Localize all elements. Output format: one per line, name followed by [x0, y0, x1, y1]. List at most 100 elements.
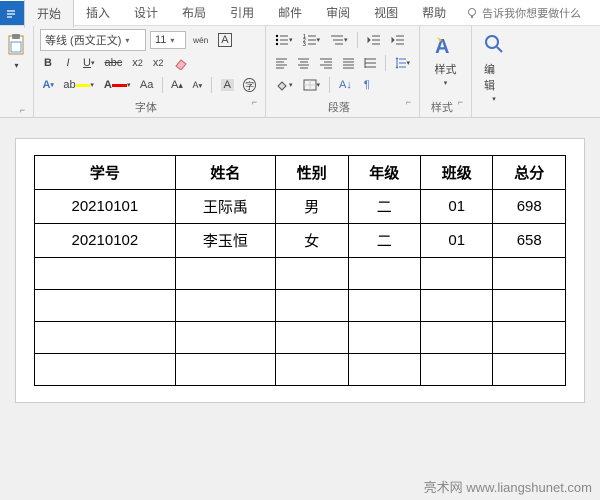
editing-button[interactable]: 编辑▾ — [478, 29, 510, 107]
table-cell[interactable]: 王际禹 — [175, 190, 275, 224]
paste-button[interactable]: ▾ — [6, 29, 27, 74]
table-cell[interactable]: 20210102 — [35, 224, 176, 258]
tab-review[interactable]: 审阅 — [314, 0, 362, 26]
table-cell[interactable]: 658 — [493, 224, 566, 258]
table-cell[interactable] — [175, 290, 275, 322]
tab-layout[interactable]: 布局 — [170, 0, 218, 26]
tab-references[interactable]: 引用 — [218, 0, 266, 26]
table-cell[interactable] — [493, 258, 566, 290]
sort-button[interactable]: A↓ — [336, 76, 355, 94]
numbering-button[interactable]: 123▾ — [300, 31, 324, 49]
table-cell[interactable]: 01 — [421, 224, 493, 258]
superscript-button[interactable]: x2 — [150, 54, 167, 72]
styles-launcher[interactable]: ⌐ — [458, 97, 465, 115]
multilevel-button[interactable]: ▾ — [327, 31, 351, 49]
table-cell[interactable] — [348, 354, 420, 386]
align-justify-button[interactable] — [339, 54, 357, 72]
table-cell[interactable] — [276, 354, 348, 386]
table-cell[interactable] — [421, 322, 493, 354]
enclose-char-button[interactable]: 字 — [240, 76, 259, 94]
th-id[interactable]: 学号 — [35, 156, 176, 190]
table-cell[interactable] — [348, 258, 420, 290]
th-grade[interactable]: 年级 — [348, 156, 420, 190]
file-tab[interactable] — [0, 1, 24, 25]
bullets-button[interactable]: ▾ — [272, 31, 296, 49]
table-cell[interactable]: 男 — [276, 190, 348, 224]
table-row[interactable] — [35, 354, 566, 386]
table-row[interactable]: 20210102李玉恒女二01658 — [35, 224, 566, 258]
table-cell[interactable] — [276, 322, 348, 354]
table-row[interactable]: 20210101王际禹男二01698 — [35, 190, 566, 224]
table-cell[interactable] — [348, 322, 420, 354]
table-cell[interactable] — [35, 290, 176, 322]
font-name-combo[interactable]: 等线 (西文正文)▾ — [40, 29, 146, 51]
italic-button[interactable]: I — [60, 54, 76, 72]
align-center-button[interactable] — [294, 54, 312, 72]
tab-start[interactable]: 开始 — [24, 0, 74, 28]
strikethrough-button[interactable]: abc — [101, 54, 125, 72]
font-size-combo[interactable]: 11▾ — [150, 31, 186, 49]
table-cell[interactable] — [175, 322, 275, 354]
table-cell[interactable] — [421, 258, 493, 290]
table-cell[interactable] — [35, 354, 176, 386]
clipboard-launcher[interactable]: ⌐ — [6, 105, 27, 115]
line-spacing-button[interactable]: ▾ — [392, 54, 413, 72]
table-cell[interactable] — [493, 354, 566, 386]
tab-mail[interactable]: 邮件 — [266, 0, 314, 26]
align-left-button[interactable] — [272, 54, 290, 72]
font-launcher[interactable]: ⌐ — [252, 97, 259, 115]
th-class[interactable]: 班级 — [421, 156, 493, 190]
table-cell[interactable]: 20210101 — [35, 190, 176, 224]
table-cell[interactable]: 698 — [493, 190, 566, 224]
tab-design[interactable]: 设计 — [122, 0, 170, 26]
th-name[interactable]: 姓名 — [175, 156, 275, 190]
tab-view[interactable]: 视图 — [362, 0, 410, 26]
styles-button[interactable]: A 样式▾ — [426, 29, 465, 91]
bold-button[interactable]: B — [40, 54, 56, 72]
highlight-button[interactable]: ab▾ — [60, 76, 97, 94]
decrease-indent-button[interactable] — [364, 31, 384, 49]
distributed-button[interactable] — [361, 54, 379, 72]
table-cell[interactable] — [421, 354, 493, 386]
table-cell[interactable] — [276, 258, 348, 290]
table-cell[interactable] — [35, 258, 176, 290]
increase-indent-button[interactable] — [388, 31, 408, 49]
table-cell[interactable] — [175, 258, 275, 290]
shrink-font-icon[interactable]: A▾ — [189, 76, 205, 94]
tell-me-search[interactable]: 告诉我你想要做什么 — [466, 5, 581, 21]
table-row[interactable] — [35, 290, 566, 322]
borders-button[interactable]: ▾ — [300, 76, 324, 94]
table-cell[interactable] — [421, 290, 493, 322]
tab-help[interactable]: 帮助 — [410, 0, 458, 26]
subscript-button[interactable]: x2 — [129, 54, 146, 72]
font-color-button[interactable]: A▾ — [101, 76, 134, 94]
char-border-button[interactable]: A — [215, 31, 234, 49]
table-cell[interactable]: 二 — [348, 224, 420, 258]
table-row[interactable] — [35, 258, 566, 290]
grow-font-icon[interactable]: A▴ — [169, 76, 186, 94]
table-cell[interactable] — [348, 290, 420, 322]
table-cell[interactable]: 二 — [348, 190, 420, 224]
shading-button[interactable]: ▾ — [272, 76, 296, 94]
table-cell[interactable] — [35, 322, 176, 354]
tab-insert[interactable]: 插入 — [74, 0, 122, 26]
table-cell[interactable] — [276, 290, 348, 322]
student-table[interactable]: 学号 姓名 性别 年级 班级 总分 20210101王际禹男二016982021… — [34, 155, 566, 386]
grow-font-button[interactable]: wén — [190, 31, 211, 49]
table-cell[interactable] — [493, 290, 566, 322]
clear-format-button[interactable] — [170, 54, 192, 72]
table-cell[interactable] — [175, 354, 275, 386]
underline-button[interactable]: U ▾ — [80, 54, 97, 72]
table-row[interactable] — [35, 322, 566, 354]
change-case-button[interactable]: Aa — [138, 76, 156, 94]
table-cell[interactable]: 女 — [276, 224, 348, 258]
table-cell[interactable]: 01 — [421, 190, 493, 224]
text-effects-button[interactable]: A ▾ — [40, 76, 56, 94]
show-marks-button[interactable]: ¶ — [359, 76, 375, 94]
char-shading-button[interactable]: A — [218, 76, 236, 94]
th-gender[interactable]: 性别 — [276, 156, 348, 190]
table-cell[interactable]: 李玉恒 — [175, 224, 275, 258]
paragraph-launcher[interactable]: ⌐ — [406, 97, 413, 115]
align-right-button[interactable] — [316, 54, 334, 72]
table-cell[interactable] — [493, 322, 566, 354]
